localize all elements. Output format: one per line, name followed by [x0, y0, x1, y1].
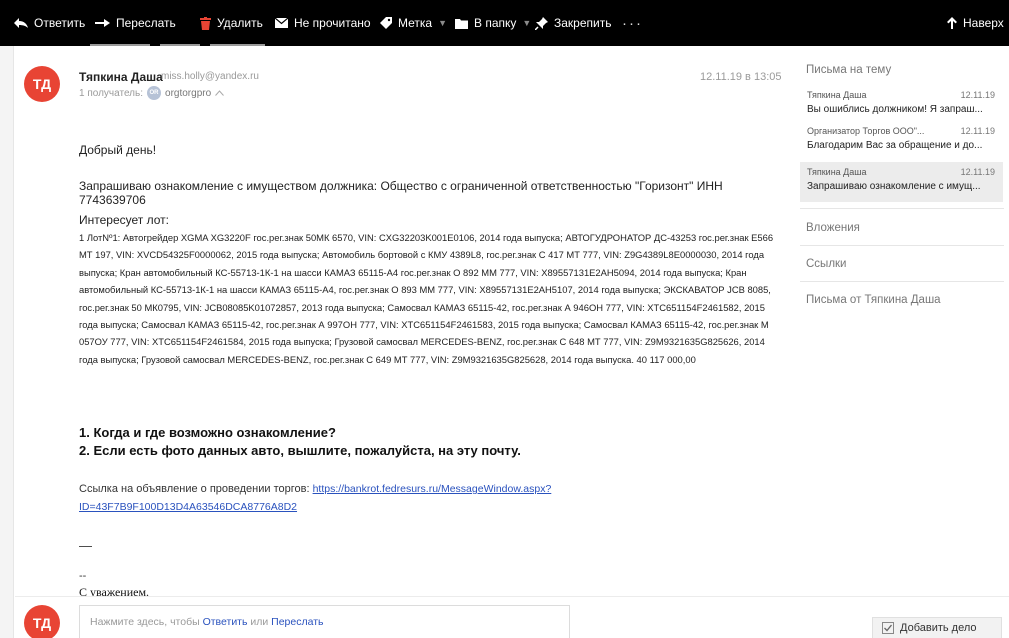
chevron-down-icon: ▼ [438, 18, 448, 28]
label-button[interactable]: Метка ▼ [380, 0, 447, 46]
request-text: Запрашиваю ознакомление с имуществом дол… [79, 179, 723, 207]
question-1: 1. Когда и где возможно ознакомление? [79, 425, 336, 440]
quick-reply-input[interactable]: Нажмите здесь, чтобы Ответить или Пересл… [79, 605, 570, 638]
reply-prompt: Нажмите здесь, чтобы [90, 616, 200, 628]
thread-from: Организатор Торгов ООО"... [807, 126, 925, 136]
trash-icon [200, 16, 211, 30]
to-folder-label: В папку [474, 16, 517, 30]
reply-label: Ответить [34, 16, 86, 30]
thread-date: 12.11.19 [960, 90, 995, 100]
clipped-text-line [90, 40, 280, 48]
quick-reply-link[interactable]: Ответить [203, 616, 248, 628]
sender-email[interactable]: miss.holly@yandex.ru [161, 71, 259, 82]
up-arrow-icon [947, 17, 957, 29]
pin-label: Закрепить [554, 16, 612, 30]
thread-item[interactable]: Организатор Торгов ООО"... 12.11.19 Благ… [800, 121, 1003, 161]
separator-dash: — [79, 538, 92, 553]
lot-description: 1 ЛотNº1: Автогрейдер XGMA XG3220F гос.р… [79, 232, 774, 365]
thread-subject: Благодарим Вас за обращение и до... [807, 140, 983, 151]
to-folder-button[interactable]: В папку ▼ [455, 0, 531, 46]
thread-item[interactable]: Тяпкина Даша 12.11.19 Вы ошиблись должни… [800, 85, 1003, 125]
divider [800, 281, 1004, 282]
attachments-section[interactable]: Вложения [806, 222, 860, 234]
question-2: 2. Если есть фото данных авто, вышлите, … [79, 443, 521, 458]
up-button[interactable]: Наверх [947, 0, 1004, 46]
reply-arrow-icon [14, 18, 28, 28]
greeting: Добрый день! [79, 143, 157, 157]
add-task-button[interactable]: Добавить дело [872, 617, 1002, 638]
more-button[interactable]: ··· [622, 0, 643, 46]
thread-from: Тяпкина Даша [807, 167, 867, 177]
thread-subject: Вы ошиблись должником! Я запраш... [807, 104, 983, 115]
quick-forward-link[interactable]: Переслать [271, 616, 323, 628]
pin-icon [535, 16, 548, 30]
up-label: Наверх [963, 16, 1004, 30]
letters-from-section[interactable]: Письма от Тяпкина Даша [806, 294, 941, 306]
recipient-avatar: OR [147, 86, 162, 100]
scrollbar-track[interactable] [0, 46, 14, 638]
checkbox-icon [882, 622, 894, 634]
chevron-down-icon: ▼ [522, 18, 532, 28]
recipient-name: orgtorgpro [165, 87, 212, 99]
avatar[interactable]: ТД [24, 66, 60, 102]
unread-button[interactable]: Не прочитано [275, 0, 371, 46]
add-task-label: Добавить дело [900, 622, 977, 634]
sender-name[interactable]: Тяпкина Даша [79, 70, 163, 84]
unread-label: Не прочитано [294, 16, 371, 30]
thread-item-selected[interactable]: Тяпкина Даша 12.11.19 Запрашиваю ознаком… [800, 162, 1003, 202]
thread-section-title[interactable]: Письма на тему [806, 64, 891, 76]
envelope-icon [275, 18, 288, 28]
folder-icon [455, 18, 468, 29]
reply-or: или [250, 616, 269, 628]
thread-date: 12.11.19 [960, 126, 995, 136]
divider [800, 245, 1004, 246]
recipients[interactable]: 1 получатель: OR orgtorgpro [79, 86, 225, 100]
recipients-label: 1 получатель: [79, 87, 144, 99]
forward-label: Переслать [116, 16, 176, 30]
label-label: Метка [398, 16, 433, 30]
signature-separator: -- [79, 570, 87, 582]
message-date: 12.11.19 в 13:05 [700, 71, 782, 83]
reply-button[interactable]: Ответить [14, 0, 85, 46]
tag-icon [380, 17, 392, 29]
auction-link-line: Ссылка на объявление о проведении торгов… [79, 480, 639, 516]
thread-from: Тяпкина Даша [807, 90, 867, 100]
delete-label: Удалить [217, 16, 263, 30]
thread-date: 12.11.19 [960, 167, 995, 177]
avatar[interactable]: ТД [24, 605, 60, 638]
divider [800, 208, 1004, 209]
forward-arrow-icon [95, 19, 110, 27]
lot-title: Интересует лот: [79, 213, 169, 227]
links-section[interactable]: Ссылки [806, 258, 847, 270]
thread-subject: Запрашиваю ознакомление с имущ... [807, 181, 981, 192]
pin-button[interactable]: Закрепить [535, 0, 611, 46]
link-prefix: Ссылка на объявление о проведении торгов… [79, 483, 310, 495]
chevron-up-icon[interactable] [215, 90, 225, 96]
